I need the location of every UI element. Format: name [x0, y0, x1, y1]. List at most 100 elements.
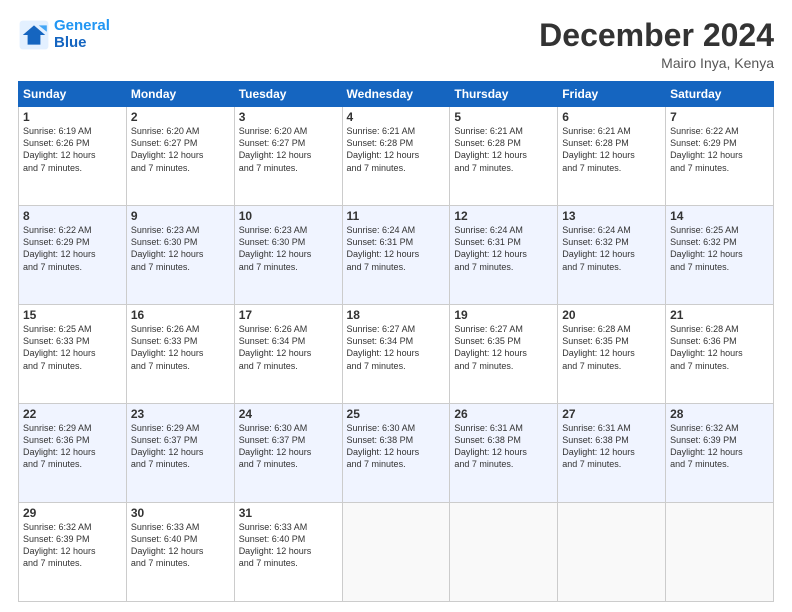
- day-info: Sunrise: 6:23 AMSunset: 6:30 PMDaylight:…: [239, 224, 338, 273]
- logo: General Blue: [18, 18, 110, 51]
- day-number: 2: [131, 110, 230, 124]
- day-number: 24: [239, 407, 338, 421]
- day-number: 14: [670, 209, 769, 223]
- header: General Blue December 2024 Mairo Inya, K…: [18, 18, 774, 71]
- day-number: 26: [454, 407, 553, 421]
- calendar-cell: 15 Sunrise: 6:25 AMSunset: 6:33 PMDaylig…: [19, 305, 127, 404]
- main-title: December 2024: [539, 18, 774, 53]
- calendar-table: SundayMondayTuesdayWednesdayThursdayFrid…: [18, 81, 774, 602]
- calendar-cell: 9 Sunrise: 6:23 AMSunset: 6:30 PMDayligh…: [126, 206, 234, 305]
- calendar-cell: 30 Sunrise: 6:33 AMSunset: 6:40 PMDaylig…: [126, 503, 234, 602]
- day-number: 10: [239, 209, 338, 223]
- day-number: 17: [239, 308, 338, 322]
- day-info: Sunrise: 6:31 AMSunset: 6:38 PMDaylight:…: [454, 422, 553, 471]
- logo-line1: General: [54, 17, 110, 34]
- day-number: 12: [454, 209, 553, 223]
- day-info: Sunrise: 6:25 AMSunset: 6:33 PMDaylight:…: [23, 323, 122, 372]
- calendar-day-header: Thursday: [450, 82, 558, 107]
- day-number: 19: [454, 308, 553, 322]
- calendar-cell: 21 Sunrise: 6:28 AMSunset: 6:36 PMDaylig…: [666, 305, 774, 404]
- day-info: Sunrise: 6:29 AMSunset: 6:37 PMDaylight:…: [131, 422, 230, 471]
- day-info: Sunrise: 6:30 AMSunset: 6:38 PMDaylight:…: [347, 422, 446, 471]
- calendar-cell: 18 Sunrise: 6:27 AMSunset: 6:34 PMDaylig…: [342, 305, 450, 404]
- calendar-cell: [342, 503, 450, 602]
- day-info: Sunrise: 6:22 AMSunset: 6:29 PMDaylight:…: [670, 125, 769, 174]
- calendar-day-header: Tuesday: [234, 82, 342, 107]
- day-number: 8: [23, 209, 122, 223]
- calendar-cell: 4 Sunrise: 6:21 AMSunset: 6:28 PMDayligh…: [342, 107, 450, 206]
- logo-line2: Blue: [54, 34, 87, 51]
- calendar-cell: 25 Sunrise: 6:30 AMSunset: 6:38 PMDaylig…: [342, 404, 450, 503]
- calendar-cell: 19 Sunrise: 6:27 AMSunset: 6:35 PMDaylig…: [450, 305, 558, 404]
- day-number: 6: [562, 110, 661, 124]
- calendar-header-row: SundayMondayTuesdayWednesdayThursdayFrid…: [19, 82, 774, 107]
- calendar-cell: 10 Sunrise: 6:23 AMSunset: 6:30 PMDaylig…: [234, 206, 342, 305]
- day-number: 27: [562, 407, 661, 421]
- day-info: Sunrise: 6:29 AMSunset: 6:36 PMDaylight:…: [23, 422, 122, 471]
- day-number: 23: [131, 407, 230, 421]
- day-info: Sunrise: 6:30 AMSunset: 6:37 PMDaylight:…: [239, 422, 338, 471]
- day-info: Sunrise: 6:24 AMSunset: 6:31 PMDaylight:…: [347, 224, 446, 273]
- day-number: 7: [670, 110, 769, 124]
- calendar-day-header: Sunday: [19, 82, 127, 107]
- day-number: 29: [23, 506, 122, 520]
- day-info: Sunrise: 6:23 AMSunset: 6:30 PMDaylight:…: [131, 224, 230, 273]
- day-number: 1: [23, 110, 122, 124]
- day-info: Sunrise: 6:24 AMSunset: 6:32 PMDaylight:…: [562, 224, 661, 273]
- calendar-cell: 12 Sunrise: 6:24 AMSunset: 6:31 PMDaylig…: [450, 206, 558, 305]
- calendar-day-header: Saturday: [666, 82, 774, 107]
- calendar-cell: 14 Sunrise: 6:25 AMSunset: 6:32 PMDaylig…: [666, 206, 774, 305]
- day-number: 30: [131, 506, 230, 520]
- calendar-cell: 3 Sunrise: 6:20 AMSunset: 6:27 PMDayligh…: [234, 107, 342, 206]
- calendar-day-header: Wednesday: [342, 82, 450, 107]
- calendar-week-row: 15 Sunrise: 6:25 AMSunset: 6:33 PMDaylig…: [19, 305, 774, 404]
- day-number: 11: [347, 209, 446, 223]
- subtitle: Mairo Inya, Kenya: [539, 55, 774, 71]
- day-info: Sunrise: 6:26 AMSunset: 6:33 PMDaylight:…: [131, 323, 230, 372]
- calendar-week-row: 1 Sunrise: 6:19 AMSunset: 6:26 PMDayligh…: [19, 107, 774, 206]
- day-info: Sunrise: 6:33 AMSunset: 6:40 PMDaylight:…: [239, 521, 338, 570]
- day-info: Sunrise: 6:21 AMSunset: 6:28 PMDaylight:…: [454, 125, 553, 174]
- calendar-cell: 23 Sunrise: 6:29 AMSunset: 6:37 PMDaylig…: [126, 404, 234, 503]
- calendar-cell: 11 Sunrise: 6:24 AMSunset: 6:31 PMDaylig…: [342, 206, 450, 305]
- day-info: Sunrise: 6:25 AMSunset: 6:32 PMDaylight:…: [670, 224, 769, 273]
- day-number: 25: [347, 407, 446, 421]
- calendar-cell: 16 Sunrise: 6:26 AMSunset: 6:33 PMDaylig…: [126, 305, 234, 404]
- calendar-week-row: 22 Sunrise: 6:29 AMSunset: 6:36 PMDaylig…: [19, 404, 774, 503]
- calendar-cell: 5 Sunrise: 6:21 AMSunset: 6:28 PMDayligh…: [450, 107, 558, 206]
- calendar-cell: 31 Sunrise: 6:33 AMSunset: 6:40 PMDaylig…: [234, 503, 342, 602]
- day-number: 13: [562, 209, 661, 223]
- calendar-cell: [558, 503, 666, 602]
- day-number: 4: [347, 110, 446, 124]
- day-number: 5: [454, 110, 553, 124]
- day-number: 18: [347, 308, 446, 322]
- day-number: 21: [670, 308, 769, 322]
- calendar-week-row: 29 Sunrise: 6:32 AMSunset: 6:39 PMDaylig…: [19, 503, 774, 602]
- calendar-cell: 26 Sunrise: 6:31 AMSunset: 6:38 PMDaylig…: [450, 404, 558, 503]
- page: General Blue December 2024 Mairo Inya, K…: [0, 0, 792, 612]
- calendar-cell: 24 Sunrise: 6:30 AMSunset: 6:37 PMDaylig…: [234, 404, 342, 503]
- calendar-cell: 8 Sunrise: 6:22 AMSunset: 6:29 PMDayligh…: [19, 206, 127, 305]
- title-block: December 2024 Mairo Inya, Kenya: [539, 18, 774, 71]
- calendar-cell: 28 Sunrise: 6:32 AMSunset: 6:39 PMDaylig…: [666, 404, 774, 503]
- day-info: Sunrise: 6:32 AMSunset: 6:39 PMDaylight:…: [23, 521, 122, 570]
- calendar-cell: 20 Sunrise: 6:28 AMSunset: 6:35 PMDaylig…: [558, 305, 666, 404]
- day-number: 22: [23, 407, 122, 421]
- logo-text: General Blue: [54, 18, 110, 51]
- calendar-cell: 17 Sunrise: 6:26 AMSunset: 6:34 PMDaylig…: [234, 305, 342, 404]
- calendar-week-row: 8 Sunrise: 6:22 AMSunset: 6:29 PMDayligh…: [19, 206, 774, 305]
- day-info: Sunrise: 6:24 AMSunset: 6:31 PMDaylight:…: [454, 224, 553, 273]
- logo-icon: [18, 19, 50, 51]
- calendar-cell: 13 Sunrise: 6:24 AMSunset: 6:32 PMDaylig…: [558, 206, 666, 305]
- day-number: 20: [562, 308, 661, 322]
- calendar-cell: [450, 503, 558, 602]
- day-info: Sunrise: 6:31 AMSunset: 6:38 PMDaylight:…: [562, 422, 661, 471]
- day-number: 31: [239, 506, 338, 520]
- calendar-cell: 6 Sunrise: 6:21 AMSunset: 6:28 PMDayligh…: [558, 107, 666, 206]
- calendar-cell: [666, 503, 774, 602]
- day-info: Sunrise: 6:28 AMSunset: 6:35 PMDaylight:…: [562, 323, 661, 372]
- day-number: 9: [131, 209, 230, 223]
- day-info: Sunrise: 6:28 AMSunset: 6:36 PMDaylight:…: [670, 323, 769, 372]
- calendar-cell: 1 Sunrise: 6:19 AMSunset: 6:26 PMDayligh…: [19, 107, 127, 206]
- day-info: Sunrise: 6:21 AMSunset: 6:28 PMDaylight:…: [347, 125, 446, 174]
